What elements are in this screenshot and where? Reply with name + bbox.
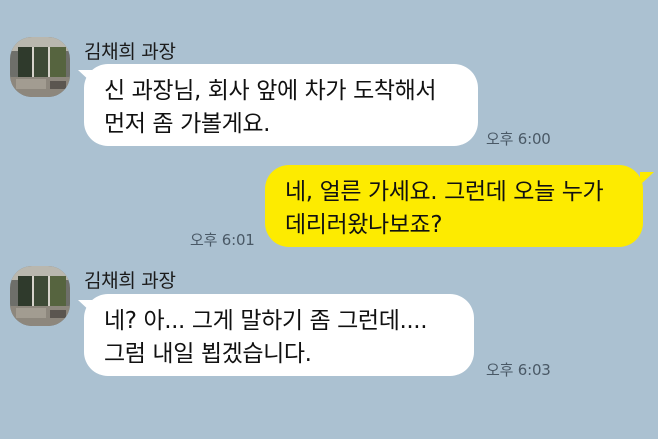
message-bubble[interactable]: 네? 아... 그게 말하기 좀 그런데.... 그럼 내일 뵙겠습니다. xyxy=(84,294,474,376)
message-time: 오후 6:03 xyxy=(486,361,551,379)
message-text-line: 그럼 내일 뵙겠습니다. xyxy=(104,341,312,367)
message-text-line: 먼저 좀 가볼게요. xyxy=(104,111,271,137)
avatar-photo-icon xyxy=(10,37,70,97)
message-text-line: 데리러왔나보죠? xyxy=(285,212,443,238)
sender-name: 김채희 과장 xyxy=(84,41,176,63)
message-time: 오후 6:00 xyxy=(486,130,551,148)
avatar-photo-icon xyxy=(10,266,70,326)
message-text-line: 네, 얼른 가세요. 그런데 오늘 누가 xyxy=(285,179,604,205)
message-bubble[interactable]: 신 과장님, 회사 앞에 차가 도착해서 먼저 좀 가볼게요. xyxy=(84,64,478,146)
message-text-line: 신 과장님, 회사 앞에 차가 도착해서 xyxy=(104,78,437,104)
sender-avatar[interactable] xyxy=(10,37,70,97)
message-bubble[interactable]: 네, 얼른 가세요. 그런데 오늘 누가 데리러왔나보죠? xyxy=(265,165,643,247)
bubble-tail xyxy=(640,172,654,185)
sender-avatar[interactable] xyxy=(10,266,70,326)
sender-name: 김채희 과장 xyxy=(84,270,176,292)
message-time: 오후 6:01 xyxy=(190,231,255,249)
message-text-line: 네? 아... 그게 말하기 좀 그런데.... xyxy=(104,308,428,334)
